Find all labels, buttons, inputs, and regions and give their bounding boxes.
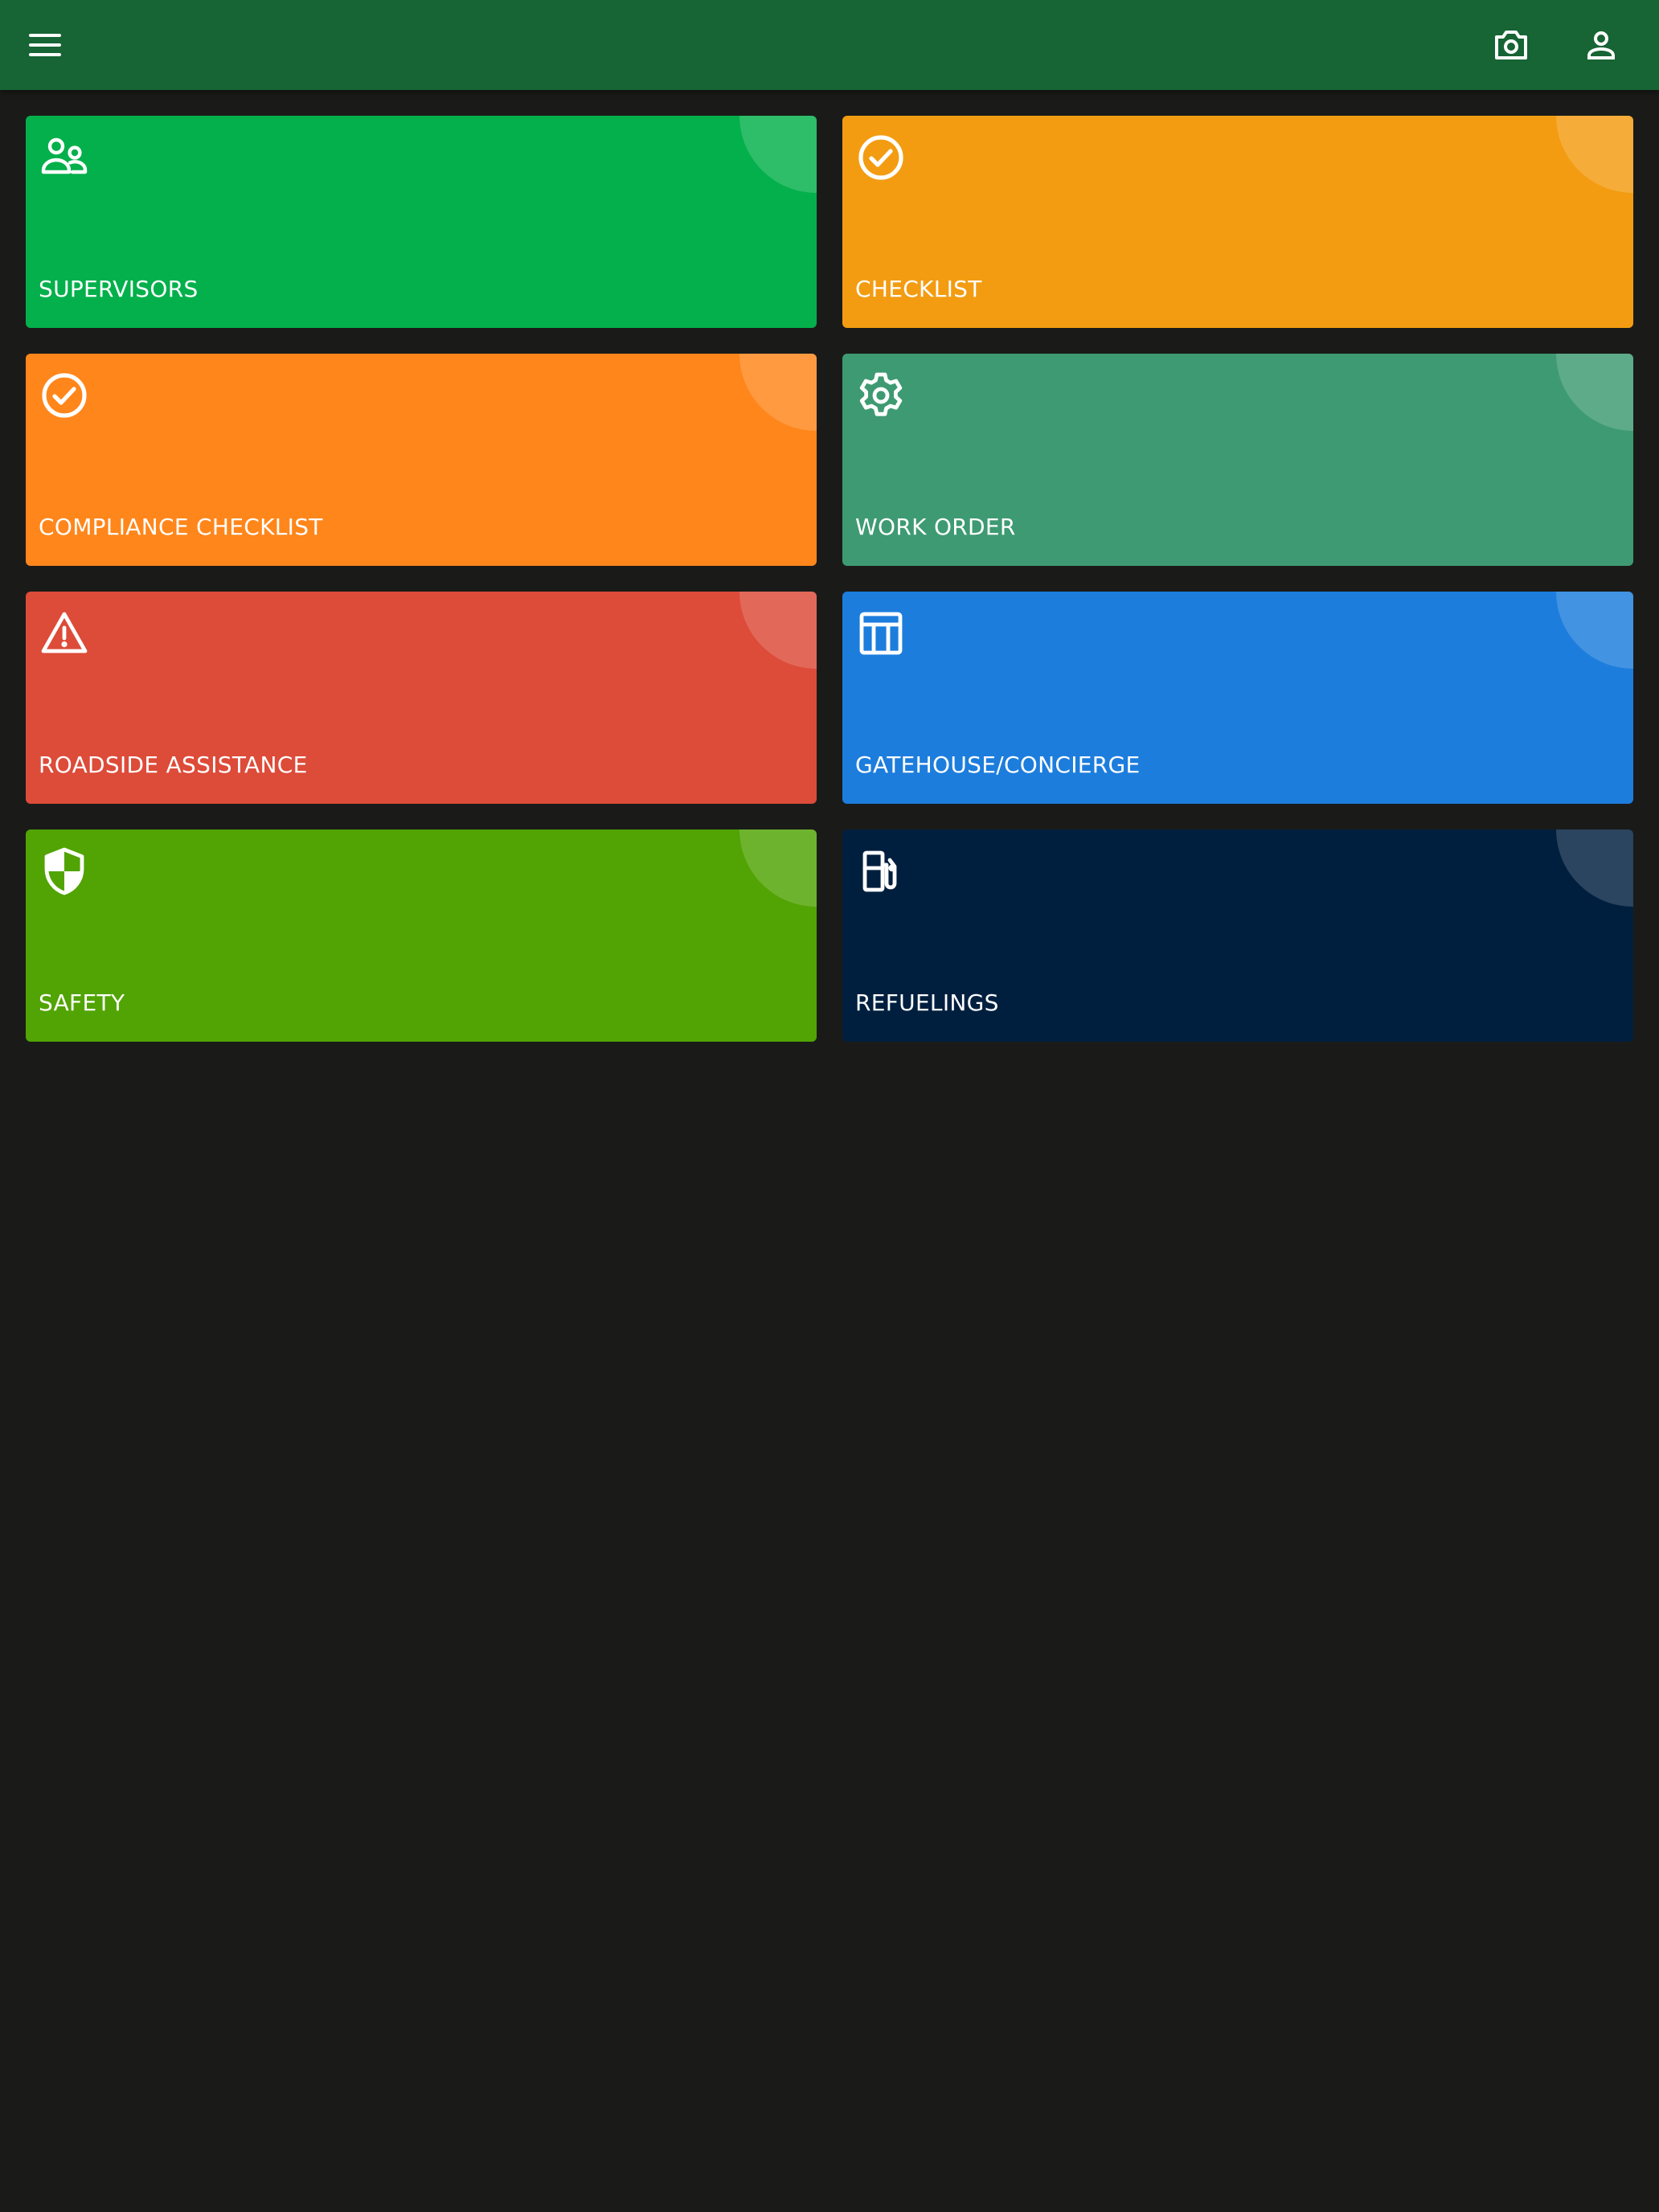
account-icon (1582, 26, 1620, 64)
tile-label: COMPLIANCE CHECKLIST (39, 514, 323, 540)
tile-label: CHECKLIST (855, 276, 982, 302)
tile-safety[interactable]: SAFETY (26, 830, 817, 1042)
check-circle-icon (855, 132, 907, 183)
tile-roadside-assistance[interactable]: ROADSIDE ASSISTANCE (26, 592, 817, 804)
tile-label: REFUELINGS (855, 989, 999, 1016)
tile-corner-decoration (1556, 830, 1633, 907)
check-circle-icon (39, 370, 90, 421)
tile-corner-decoration (739, 830, 817, 907)
supervisor-account-icon (39, 132, 90, 183)
tile-checklist[interactable]: CHECKLIST (842, 116, 1633, 328)
tile-corner-decoration (1556, 116, 1633, 193)
tile-compliance-checklist[interactable]: COMPLIANCE CHECKLIST (26, 354, 817, 566)
tile-label: WORK ORDER (855, 514, 1016, 540)
tile-label: ROADSIDE ASSISTANCE (39, 752, 308, 778)
menu-button[interactable] (13, 13, 77, 77)
shield-icon (39, 846, 90, 897)
tile-supervisors[interactable]: SUPERVISORS (26, 116, 817, 328)
tile-corner-decoration (1556, 354, 1633, 431)
tile-label: SAFETY (39, 989, 125, 1016)
gatehouse-icon (855, 608, 907, 659)
tile-gatehouse-concierge[interactable]: GATEHOUSE/CONCIERGE (842, 592, 1633, 804)
tile-refuelings[interactable]: REFUELINGS (842, 830, 1633, 1042)
tile-label: GATEHOUSE/CONCIERGE (855, 752, 1141, 778)
warning-icon (39, 608, 90, 659)
tile-label: SUPERVISORS (39, 276, 199, 302)
tile-corner-decoration (739, 592, 817, 669)
camera-button[interactable] (1479, 13, 1543, 77)
account-button[interactable] (1569, 13, 1633, 77)
gear-icon (855, 370, 907, 421)
tile-corner-decoration (739, 116, 817, 193)
app-bar (0, 0, 1659, 90)
fuel-pump-icon (855, 846, 907, 897)
dashboard-tile-grid: SUPERVISORS CHECKLIST COMPLIANCE CHECKLI… (26, 116, 1633, 1042)
tile-corner-decoration (1556, 592, 1633, 669)
tile-corner-decoration (739, 354, 817, 431)
menu-icon (26, 26, 64, 64)
tile-work-order[interactable]: WORK ORDER (842, 354, 1633, 566)
camera-icon (1492, 26, 1530, 64)
